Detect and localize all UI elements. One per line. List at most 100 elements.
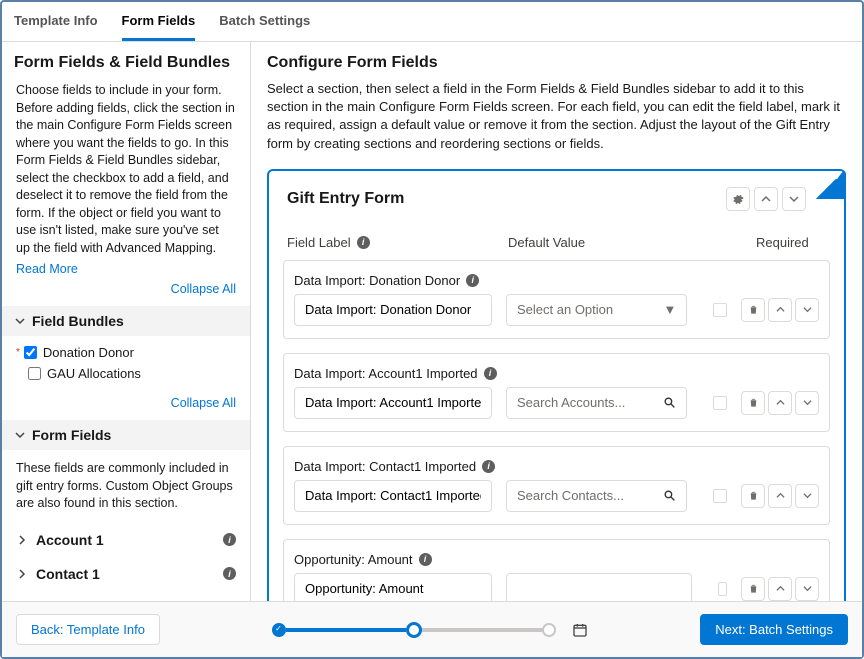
main-panel: Configure Form Fields Select a section, … [251,42,862,601]
section-move-up-button[interactable] [754,187,778,211]
progress-step-3[interactable] [542,623,556,637]
required-checkbox[interactable] [713,489,727,503]
default-value-select[interactable]: Select an Option▼ [506,294,687,326]
progress-step-1[interactable] [272,623,286,637]
collapse-all-bundles[interactable]: Collapse All [171,276,250,300]
required-checkbox[interactable] [713,396,727,410]
trash-icon [748,583,759,594]
field-row: Data Import: Contact1 Imported i Search C… [283,446,830,525]
info-icon[interactable]: i [223,533,236,546]
move-down-button[interactable] [795,577,819,601]
move-down-button[interactable] [795,298,819,322]
chevron-up-icon [761,194,771,204]
form-card-title: Gift Entry Form [287,190,404,208]
move-up-button[interactable] [768,298,792,322]
delete-button[interactable] [741,484,765,508]
chevron-up-icon [776,584,785,593]
col-field-label: Field Label [287,235,351,250]
info-icon[interactable]: i [466,274,479,287]
col-default-value: Default Value [508,235,585,250]
delete-button[interactable] [741,391,765,415]
field-row: Data Import: Donation Donor i Select an O… [283,260,830,339]
required-checkbox[interactable] [718,582,727,596]
col-required: Required [756,235,809,250]
field-bundles-header[interactable]: Field Bundles [2,306,250,336]
info-icon[interactable]: i [482,460,495,473]
group-account1[interactable]: Account 1 i [2,523,250,557]
progress-step-2[interactable] [406,622,422,638]
row-label: Opportunity: Amount [294,552,413,567]
group-contact1-label: Contact 1 [36,566,100,582]
default-value-input[interactable] [506,573,692,601]
content-area: Form Fields & Field Bundles Choose field… [2,42,862,601]
field-row: Opportunity: Amount i [283,539,830,601]
calendar-icon [572,622,588,638]
chevron-down-icon [14,429,26,441]
field-label-input[interactable] [294,480,492,512]
lookup-placeholder: Search Accounts... [517,395,625,410]
sidebar-title: Form Fields & Field Bundles [2,54,250,82]
move-up-button[interactable] [768,391,792,415]
group-opportunity[interactable]: Opportunity [2,591,250,602]
column-headers: Field Label i Default Value Required [269,219,844,260]
default-value-lookup[interactable]: Search Contacts... [506,480,687,512]
group-contact1[interactable]: Contact 1 i [2,557,250,591]
bundle-donation-donor[interactable]: * Donation Donor [16,342,236,363]
delete-button[interactable] [741,577,765,601]
progress-line [286,628,406,632]
bundle-donation-donor-checkbox[interactable] [24,346,37,359]
required-checkbox[interactable] [713,303,727,317]
section-move-down-button[interactable] [782,187,806,211]
sidebar: Form Fields & Field Bundles Choose field… [2,42,251,601]
section-actions [726,187,806,211]
collapse-all-fields[interactable]: Collapse All [171,390,250,414]
move-down-button[interactable] [795,484,819,508]
row-label: Data Import: Contact1 Imported [294,459,476,474]
info-icon[interactable]: i [484,367,497,380]
read-more-link[interactable]: Read More [2,262,92,276]
tab-bar: Template Info Form Fields Batch Settings [2,2,862,42]
chevron-up-icon [776,305,785,314]
move-down-button[interactable] [795,391,819,415]
progress-indicator [272,622,588,638]
lookup-placeholder: Search Contacts... [517,488,624,503]
row-label: Data Import: Donation Donor [294,273,460,288]
info-icon[interactable]: i [419,553,432,566]
chevron-down-icon [803,305,812,314]
bundle-gau-label: GAU Allocations [47,366,141,381]
delete-button[interactable] [741,298,765,322]
chevron-right-icon [16,534,28,546]
info-icon[interactable]: i [223,567,236,580]
main-title: Configure Form Fields [267,54,846,72]
form-fields-header[interactable]: Form Fields [2,420,250,450]
bundle-gau-checkbox[interactable] [28,367,41,380]
select-placeholder: Select an Option [517,302,613,317]
search-icon [663,489,676,502]
tab-form-fields[interactable]: Form Fields [122,3,196,41]
row-label: Data Import: Account1 Imported [294,366,478,381]
bundle-gau-allocations[interactable]: GAU Allocations [16,363,236,384]
default-value-lookup[interactable]: Search Accounts... [506,387,687,419]
trash-icon [748,304,759,315]
chevron-right-icon [16,568,28,580]
form-fields-description: These fields are commonly included in gi… [2,450,250,523]
move-up-button[interactable] [768,484,792,508]
tab-batch-settings[interactable]: Batch Settings [219,3,310,41]
next-button[interactable]: Next: Batch Settings [700,614,848,645]
back-button[interactable]: Back: Template Info [16,614,160,645]
info-icon[interactable]: i [357,236,370,249]
field-label-input[interactable] [294,573,492,601]
form-fields-label: Form Fields [32,427,111,443]
gift-entry-form-card[interactable]: Gift Entry Form Field Label i Default Val… [267,169,846,601]
field-bundles-label: Field Bundles [32,313,124,329]
field-label-input[interactable] [294,294,492,326]
required-indicator: * [16,347,20,358]
field-label-input[interactable] [294,387,492,419]
progress-line [422,628,542,632]
section-settings-button[interactable] [726,187,750,211]
chevron-up-icon [776,398,785,407]
bundle-donation-donor-label: Donation Donor [43,345,134,360]
tab-template-info[interactable]: Template Info [14,3,98,41]
move-up-button[interactable] [768,577,792,601]
bundle-list: * Donation Donor GAU Allocations [2,336,250,390]
